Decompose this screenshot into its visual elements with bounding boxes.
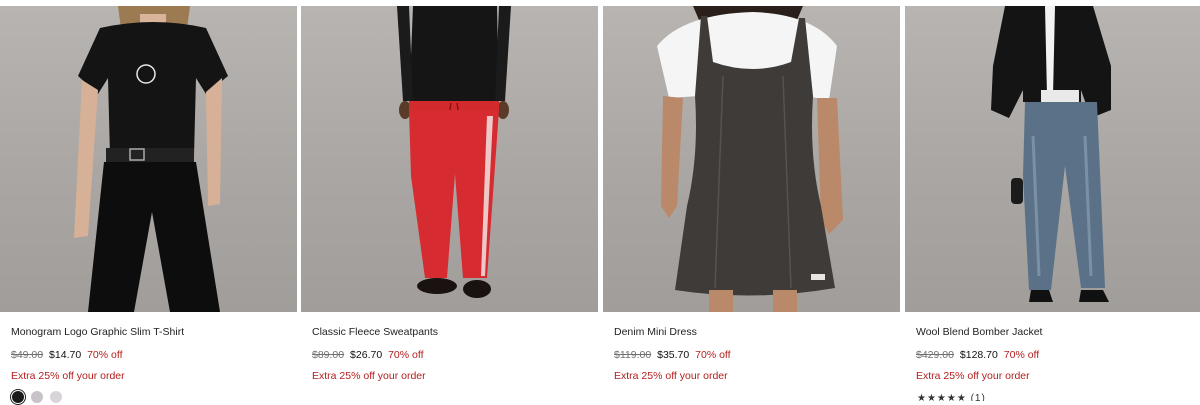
original-price: $429.00 — [916, 349, 954, 361]
discount-label: 70% off — [87, 349, 123, 361]
product-name[interactable]: Denim Mini Dress — [614, 326, 900, 339]
rating-stars[interactable]: ★★★★★ (1) — [917, 393, 1200, 401]
product-image[interactable] — [0, 6, 297, 312]
product-image[interactable] — [905, 6, 1200, 312]
product-card[interactable]: Classic Fleece Sweatpants $89.00 $26.70 … — [301, 6, 598, 383]
promo-text: Extra 25% off your order — [312, 370, 426, 382]
swatch-black[interactable] — [12, 391, 24, 403]
promo-text: Extra 25% off your order — [916, 370, 1030, 382]
model-sweatpants-illustration — [397, 6, 511, 298]
color-swatches — [12, 391, 297, 403]
sale-price: $26.70 — [350, 349, 383, 361]
discount-label: 70% off — [388, 349, 424, 361]
model-tshirt-illustration — [74, 6, 228, 312]
product-name[interactable]: Wool Blend Bomber Jacket — [916, 326, 1200, 339]
product-name[interactable]: Classic Fleece Sweatpants — [312, 326, 598, 339]
promo-text: Extra 25% off your order — [11, 370, 125, 382]
price-row: $89.00 $26.70 70% off — [312, 349, 598, 362]
product-name[interactable]: Monogram Logo Graphic Slim T-Shirt — [11, 326, 297, 339]
product-grid: Monogram Logo Graphic Slim T-Shirt $49.0… — [0, 0, 1200, 405]
model-dress-illustration — [657, 6, 843, 312]
product-image[interactable] — [603, 6, 900, 312]
sale-price: $35.70 — [657, 349, 690, 361]
product-card[interactable]: Monogram Logo Graphic Slim T-Shirt $49.0… — [0, 6, 297, 403]
product-image[interactable] — [301, 6, 598, 312]
discount-label: 70% off — [695, 349, 731, 361]
product-card[interactable]: Wool Blend Bomber Jacket $429.00 $128.70… — [905, 6, 1200, 401]
swatch-lilac[interactable] — [31, 391, 43, 403]
original-price: $49.00 — [11, 349, 44, 361]
original-price: $119.00 — [614, 349, 652, 361]
promo-text: Extra 25% off your order — [614, 370, 728, 382]
price-row: $49.00 $14.70 70% off — [11, 349, 297, 362]
product-card[interactable]: Denim Mini Dress $119.00 $35.70 70% off … — [603, 6, 900, 383]
sale-price: $14.70 — [49, 349, 82, 361]
price-row: $429.00 $128.70 70% off — [916, 349, 1200, 362]
model-jacket-illustration — [991, 6, 1111, 302]
price-row: $119.00 $35.70 70% off — [614, 349, 900, 362]
sale-price: $128.70 — [959, 349, 998, 361]
swatch-light-lilac[interactable] — [50, 391, 62, 403]
original-price: $89.00 — [312, 349, 345, 361]
discount-label: 70% off — [1003, 349, 1040, 361]
